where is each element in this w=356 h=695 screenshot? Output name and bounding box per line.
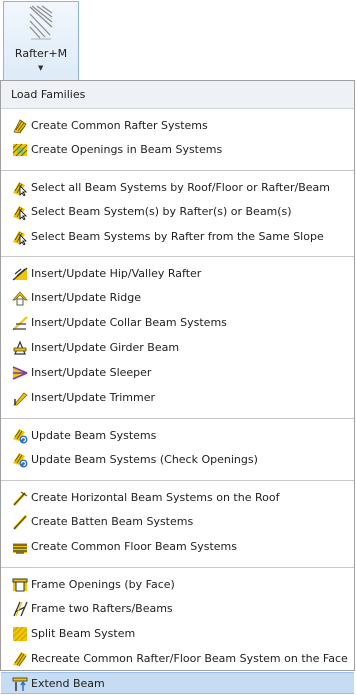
menu-item-select-beam-system-s-by-rafter-s-or-beam-s[interactable]: Select Beam System(s) by Rafter(s) or Be…: [1, 201, 354, 223]
menu-item-extend-beam[interactable]: Extend Beam: [1, 672, 354, 694]
menu-item-label: Frame two Rafters/Beams: [31, 602, 173, 615]
menu-item-update-beam-systems-check-openings[interactable]: Update Beam Systems (Check Openings): [1, 449, 354, 471]
extend-beam-icon: [12, 676, 28, 692]
menu-item-select-beam-systems-by-rafter-from-the-same-slope[interactable]: Select Beam Systems by Rafter from the S…: [1, 226, 354, 248]
menu-separator: [1, 567, 354, 568]
menu-item-create-batten-beam-systems[interactable]: Create Batten Beam Systems: [1, 511, 354, 533]
menu-item-insert-update-collar-beam-systems[interactable]: Insert/Update Collar Beam Systems: [1, 312, 354, 334]
menu-item-create-common-floor-beam-systems[interactable]: Create Common Floor Beam Systems: [1, 536, 354, 558]
rafter-icon: [29, 5, 53, 44]
collar-beam-icon: [12, 315, 28, 331]
update-beam-icon: [12, 428, 28, 444]
menu-separator: [1, 480, 354, 481]
menu-item-label: Extend Beam: [31, 677, 105, 690]
menu-item-split-beam-system[interactable]: Split Beam System: [1, 623, 354, 645]
ridge-icon: [12, 290, 28, 306]
menu-item-insert-update-sleeper[interactable]: Insert/Update Sleeper: [1, 362, 354, 384]
select-beam-icon: [12, 204, 28, 221]
menu-item-label: Frame Openings (by Face): [31, 578, 175, 591]
opening-icon: [12, 142, 28, 158]
sleeper-icon: [12, 365, 28, 381]
chevron-down-icon: ▼: [38, 64, 44, 72]
menu-item-label: Create Openings in Beam Systems: [31, 143, 223, 156]
frame-rafters-icon: [12, 601, 28, 617]
menu-item-insert-update-girder-beam[interactable]: Insert/Update Girder Beam: [1, 337, 354, 359]
hip-valley-icon: [12, 266, 28, 282]
menu-item-label: Insert/Update Trimmer: [31, 391, 155, 404]
select-beam-icon: [12, 180, 28, 197]
menu-item-label: Create Common Rafter Systems: [31, 119, 208, 132]
menu-item-label: Update Beam Systems (Check Openings): [31, 453, 258, 466]
load-families-label: Load Families: [11, 88, 86, 101]
menu-item-label: Recreate Common Rafter/Floor Beam System…: [31, 652, 348, 665]
rafter-menu-label: Rafter+M: [14, 47, 68, 60]
menu-item-recreate-common-rafter-floor-beam-system-on-the-face[interactable]: Recreate Common Rafter/Floor Beam System…: [1, 648, 354, 670]
menu-item-insert-update-ridge[interactable]: Insert/Update Ridge: [1, 287, 354, 309]
menu-item-label: Select all Beam Systems by Roof/Floor or…: [31, 181, 330, 194]
menu-item-label: Create Horizontal Beam Systems on the Ro…: [31, 491, 280, 504]
menu-item-label: Select Beam System(s) by Rafter(s) or Be…: [31, 205, 292, 218]
batten-icon: [12, 514, 28, 531]
menu-separator: [1, 418, 354, 419]
menu-item-create-horizontal-beam-systems-on-the-roof[interactable]: Create Horizontal Beam Systems on the Ro…: [1, 487, 354, 509]
split-beam-icon: [12, 626, 28, 642]
menu-item-label: Insert/Update Collar Beam Systems: [31, 316, 227, 329]
frame-opening-icon: [12, 577, 28, 593]
menu-item-create-openings-in-beam-systems[interactable]: Create Openings in Beam Systems: [1, 139, 354, 161]
horizontal-beam-icon: [12, 490, 28, 507]
menu-item-label: Create Common Floor Beam Systems: [31, 540, 237, 553]
ribbon-panel: Rafter+M ▼: [0, 0, 356, 80]
menu-item-label: Create Batten Beam Systems: [31, 515, 194, 528]
menu-item-update-beam-systems[interactable]: Update Beam Systems: [1, 425, 354, 447]
update-beam-icon: [12, 452, 28, 468]
menu-item-label: Select Beam Systems by Rafter from the S…: [31, 230, 324, 243]
menu-item-label: Update Beam Systems: [31, 429, 157, 442]
rafter-menu-button[interactable]: Rafter+M ▼: [3, 1, 79, 80]
menu-item-label: Insert/Update Hip/Valley Rafter: [31, 267, 202, 280]
menu-item-frame-openings-by-face[interactable]: Frame Openings (by Face): [1, 574, 354, 596]
menu-item-insert-update-trimmer[interactable]: Insert/Update Trimmer: [1, 387, 354, 409]
rafter-dropdown-menu: Load Families Create Common Rafter Syste…: [0, 80, 355, 694]
menu-separator: [1, 170, 354, 171]
recreate-icon: [12, 651, 28, 667]
floor-beam-icon: [12, 539, 28, 555]
menu-item-frame-two-rafters-beams[interactable]: Frame two Rafters/Beams: [1, 598, 354, 620]
girder-icon: [12, 340, 28, 356]
rafter-system-icon: [12, 118, 28, 134]
load-families-item[interactable]: Load Families: [1, 81, 354, 109]
menu-separator: [1, 256, 354, 257]
menu-item-label: Insert/Update Sleeper: [31, 366, 152, 379]
menu-item-label: Insert/Update Girder Beam: [31, 341, 180, 354]
menu-item-label: Split Beam System: [31, 627, 136, 640]
menu-item-create-common-rafter-systems[interactable]: Create Common Rafter Systems: [1, 115, 354, 137]
menu-item-label: Insert/Update Ridge: [31, 291, 142, 304]
menu-item-select-all-beam-systems-by-roof-floor-or-rafter-beam[interactable]: Select all Beam Systems by Roof/Floor or…: [1, 177, 354, 199]
select-beam-icon: [12, 229, 28, 246]
menu-item-insert-update-hip-valley-rafter[interactable]: Insert/Update Hip/Valley Rafter: [1, 263, 354, 285]
trimmer-icon: [12, 390, 28, 406]
